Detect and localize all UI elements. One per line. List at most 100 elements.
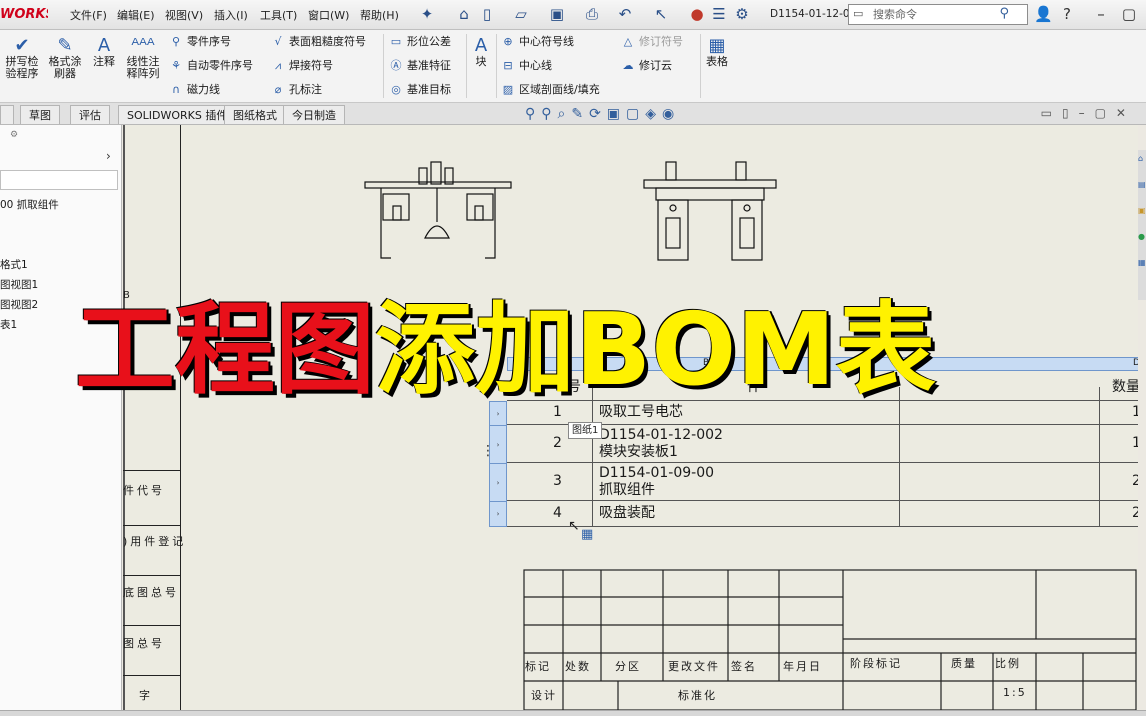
- window-controls[interactable]: ▭▯–▢✕: [1041, 106, 1136, 120]
- search-icon[interactable]: ⚲: [999, 6, 1009, 21]
- menu-file[interactable]: 文件(F): [70, 7, 107, 23]
- task-pane-appearance-icon[interactable]: ●: [1138, 232, 1145, 241]
- open-icon[interactable]: ▱: [512, 5, 530, 23]
- gtol-button[interactable]: ▭ 形位公差: [388, 34, 451, 50]
- task-pane-home-icon[interactable]: ⌂: [1138, 154, 1143, 163]
- bom-cell-part-no: D1154-01-09-00 抓取组件: [599, 465, 715, 498]
- tab-manufacturing[interactable]: 今日制造: [283, 105, 345, 124]
- title-block-label-zone: 分区: [615, 660, 641, 673]
- new-document-icon[interactable]: ▯: [478, 5, 496, 23]
- revision-cloud-icon: ☁: [622, 59, 634, 72]
- menu-edit[interactable]: 编辑(E): [117, 7, 155, 23]
- datum-target-icon: ◎: [391, 83, 401, 96]
- command-manager: ✔ 拼写检 验程序 ✎ 格式涂 刷器 A 注释 ᴬᴬᴬ 线性注 释阵列 ⚲ 零件序…: [0, 30, 1146, 103]
- datum-feature-button[interactable]: Ⓐ 基准特征: [388, 58, 452, 74]
- minimize-icon[interactable]: –: [1092, 5, 1110, 23]
- table-button[interactable]: ▦ 表格: [704, 36, 730, 68]
- pin-icon[interactable]: ✦: [418, 5, 436, 23]
- center-mark-button[interactable]: ⊕ 中心符号线: [500, 34, 574, 50]
- help-icon[interactable]: ?: [1058, 5, 1076, 23]
- tree-settings-icon[interactable]: ⚙: [10, 130, 18, 140]
- task-pane-properties-icon[interactable]: ▦: [1138, 258, 1146, 267]
- revision-cloud-button[interactable]: ☁ 修订云: [620, 58, 673, 74]
- balloon-icon: ⚲: [171, 35, 181, 48]
- tab-sketch[interactable]: 草图: [20, 105, 60, 124]
- menu-view[interactable]: 视图(V): [165, 7, 203, 23]
- options-gear-icon[interactable]: ⚙: [733, 5, 751, 23]
- surface-finish-button[interactable]: √ 表面粗糙度符号: [270, 34, 366, 50]
- headline-part-1: 工程图: [75, 291, 375, 408]
- bom-row-handle[interactable]: ›: [490, 502, 506, 527]
- revision-symbol-button[interactable]: △ 修订符号: [620, 34, 683, 50]
- menu-tools[interactable]: 工具(T): [260, 7, 297, 23]
- tab-annotation[interactable]: [0, 105, 14, 124]
- datum-feature-icon: Ⓐ: [390, 59, 402, 72]
- frame-label-part-code: 件代号: [123, 484, 165, 497]
- menu-window[interactable]: 窗口(W): [308, 7, 349, 23]
- ribbon-separator: [383, 34, 384, 98]
- menu-help[interactable]: 帮助(H): [360, 7, 399, 23]
- tree-item-sheet-format[interactable]: 格式1: [0, 257, 28, 272]
- rebuild-icon[interactable]: ●: [688, 5, 706, 23]
- table-move-handle-icon[interactable]: ⋮: [481, 443, 495, 459]
- title-block-label-weight: 质量: [951, 657, 977, 670]
- save-icon[interactable]: ▣: [548, 5, 566, 23]
- tree-item-drawing-view-1[interactable]: 图视图1: [0, 277, 38, 292]
- status-bar: [0, 710, 1146, 716]
- bom-row[interactable]: 3 D1154-01-09-00 抓取组件 2: [507, 463, 1138, 501]
- select-icon[interactable]: ↖: [652, 5, 670, 23]
- tab-solidworks-addins[interactable]: SOLIDWORKS 插件: [118, 105, 237, 124]
- heads-up-view-toolbar[interactable]: ⚲⚲⌕✎⟳▣▢◈◉: [525, 106, 680, 122]
- auto-balloon-button[interactable]: ⚘ 自动零件序号: [168, 58, 253, 74]
- menu-insert[interactable]: 插入(I): [214, 7, 248, 23]
- hole-callout-icon: ⌀: [274, 83, 282, 96]
- linear-note-pattern-button[interactable]: ᴬᴬᴬ 线性注 释阵列: [122, 36, 164, 80]
- bom-row[interactable]: 4 吸盘装配 2: [507, 501, 1138, 527]
- bom-row-handle[interactable]: ›: [490, 464, 506, 502]
- search-source-icon[interactable]: ▭: [853, 7, 863, 20]
- tree-item-drawing-view-2[interactable]: 图视图2: [0, 297, 38, 312]
- user-icon[interactable]: 👤: [1034, 5, 1053, 23]
- bom-cell-qty: 1: [1132, 404, 1138, 420]
- drawing-view-1[interactable]: [363, 158, 523, 270]
- tab-sheet-format[interactable]: 图纸格式: [224, 105, 286, 124]
- tab-evaluate[interactable]: 评估: [70, 105, 110, 124]
- frame-divider: [123, 625, 180, 626]
- title-block-label-change-doc: 更改文件: [668, 660, 720, 673]
- gtol-icon: ▭: [390, 35, 402, 48]
- restore-icon[interactable]: ▢: [1120, 5, 1138, 23]
- hole-callout-button[interactable]: ⌀ 孔标注: [270, 82, 322, 98]
- frame-divider: [123, 675, 180, 676]
- tree-item-assembly[interactable]: 00 抓取组件: [0, 197, 59, 212]
- drawing-view-2[interactable]: [640, 158, 780, 270]
- centerline-button[interactable]: ⊟ 中心线: [500, 58, 552, 74]
- spellcheck-button[interactable]: ✔ 拼写检 验程序: [2, 36, 42, 80]
- block-button[interactable]: A 块: [470, 36, 492, 68]
- datum-target-button[interactable]: ◎ 基准目标: [388, 82, 451, 98]
- format-painter-button[interactable]: ✎ 格式涂 刷器: [44, 36, 86, 80]
- task-pane-library-icon[interactable]: ▤: [1138, 180, 1146, 189]
- home-icon[interactable]: ⌂: [455, 5, 473, 23]
- command-tabs: 草图 评估 SOLIDWORKS 插件 图纸格式 今日制造 ⚲⚲⌕✎⟳▣▢◈◉ …: [0, 103, 1146, 125]
- balloon-button[interactable]: ⚲ 零件序号: [168, 34, 231, 50]
- task-pane-file-icon[interactable]: ▣: [1138, 206, 1146, 215]
- block-icon: A: [474, 35, 488, 56]
- weld-symbol-button[interactable]: ⩘ 焊接符号: [270, 58, 333, 74]
- drawing-sheet[interactable]: B 件代号 )用件登记 底图总号 图总号 字 B D 号 件 数量 1 吸取工号…: [123, 125, 1138, 710]
- tree-filter-input[interactable]: [0, 170, 118, 190]
- bom-row-handles[interactable]: › › › ›: [489, 401, 507, 527]
- undo-icon[interactable]: ↶: [616, 5, 634, 23]
- search-input[interactable]: [871, 6, 1011, 23]
- title-block-label-stage: 阶段标记: [850, 657, 902, 670]
- centerline-icon: ⊟: [503, 59, 513, 72]
- area-hatch-button[interactable]: ▨ 区域剖面线/填充: [500, 82, 600, 98]
- search-box[interactable]: ▭ ⚲: [848, 4, 1028, 25]
- print-icon[interactable]: ⎙: [583, 5, 601, 23]
- feature-manager-tree: ⚙ › 00 抓取组件 格式1 图视图1 图视图2 表1: [0, 125, 122, 710]
- file-properties-icon[interactable]: ☰: [710, 5, 728, 23]
- task-pane-strip[interactable]: ⌂ ▤ ▣ ● ▦: [1138, 150, 1146, 300]
- annotation-button[interactable]: A 注释: [90, 36, 118, 68]
- tree-item-table[interactable]: 表1: [0, 317, 17, 332]
- magnetic-line-button[interactable]: ∩ 磁力线: [168, 82, 220, 98]
- chevron-right-icon[interactable]: ›: [106, 149, 111, 163]
